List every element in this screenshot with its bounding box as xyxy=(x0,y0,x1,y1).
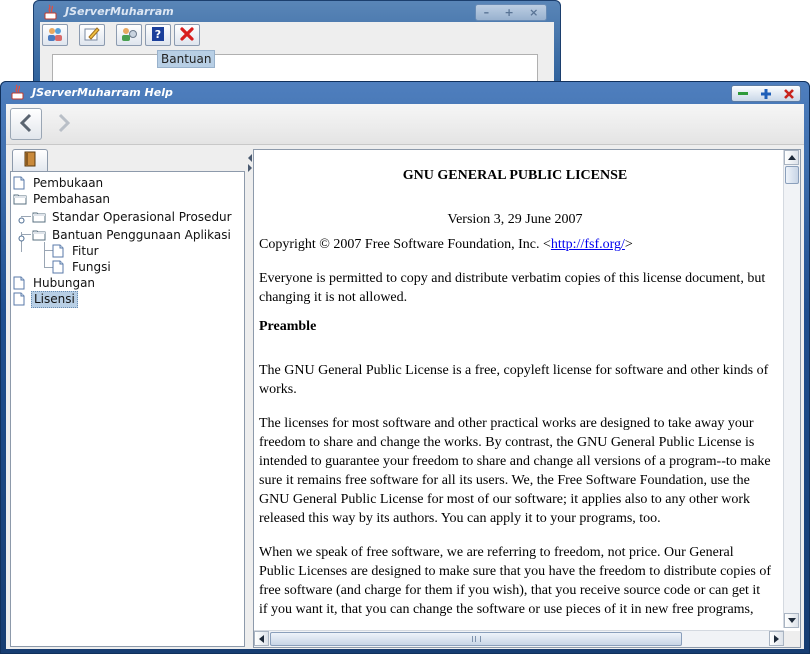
page-icon xyxy=(52,260,66,274)
users-icon xyxy=(46,26,64,45)
help-window-titlebar[interactable]: JServerMuharram Help xyxy=(0,81,810,103)
copyright-suffix: > xyxy=(624,237,633,252)
main-window-title: JServerMuharram xyxy=(65,5,174,18)
toc-tab[interactable] xyxy=(12,149,48,171)
users-button[interactable] xyxy=(42,24,68,46)
help-window-controls xyxy=(731,85,801,102)
copyright-line: Copyright © 2007 Free Software Foundatio… xyxy=(259,235,771,254)
toc-item-label: Fitur xyxy=(72,243,99,258)
folder-icon xyxy=(32,228,46,242)
expand-handle-icon[interactable] xyxy=(18,213,25,224)
java-icon xyxy=(44,4,58,20)
permission-paragraph: Everyone is permitted to copy and distri… xyxy=(259,271,766,305)
help-button[interactable]: ? xyxy=(145,24,171,46)
main-window-titlebar[interactable]: JServerMuharram – + × xyxy=(33,0,561,24)
page-icon xyxy=(52,244,66,258)
maximize-icon[interactable] xyxy=(757,87,775,100)
toc-item-standar-operasional-prosedur[interactable]: Standar Operasional Prosedur xyxy=(32,209,234,225)
fsf-link[interactable]: http://fsf.org/ xyxy=(551,237,625,252)
close-red-icon xyxy=(179,26,195,45)
toc-item-fitur[interactable]: Fitur xyxy=(52,243,101,259)
horizontal-scroll-thumb[interactable] xyxy=(270,632,682,646)
horizontal-scrollbar[interactable] xyxy=(254,630,784,647)
toc-item-label: Pembukaan xyxy=(33,175,104,190)
toc-item-fungsi[interactable]: Fungsi xyxy=(52,259,113,275)
forward-button[interactable] xyxy=(48,108,80,140)
main-window-body: ? Bantuan xyxy=(40,22,554,96)
license-document: GNU GENERAL PUBLIC LICENSE Version 3, 29… xyxy=(259,150,771,624)
minimize-icon[interactable] xyxy=(734,87,752,100)
main-toolbar: ? xyxy=(42,24,200,46)
document-title: GNU GENERAL PUBLIC LICENSE xyxy=(402,168,628,183)
toc-item-pembahasan[interactable]: Pembahasan xyxy=(13,191,112,207)
document-version: Version 3, 29 June 2007 xyxy=(447,212,583,227)
minimize-icon[interactable]: – xyxy=(484,6,490,19)
paragraph: The GNU General Public License is a free… xyxy=(259,363,769,397)
main-window-controls: – + × xyxy=(475,4,547,21)
vertical-scroll-thumb[interactable] xyxy=(785,166,799,184)
back-arrow-icon xyxy=(18,113,34,136)
back-button[interactable] xyxy=(10,108,42,140)
main-app-window: JServerMuharram – + × ? Bantuan xyxy=(33,0,561,96)
toc-item-label: Pembahasan xyxy=(33,191,111,206)
toc-item-pembukaan[interactable]: Pembukaan xyxy=(13,175,105,191)
close-icon[interactable] xyxy=(780,87,798,100)
java-icon xyxy=(11,84,25,100)
svg-text:?: ? xyxy=(155,28,161,41)
toc-item-bantuan-penggunaan-aplikasi[interactable]: Bantuan Penggunaan Aplikasi xyxy=(32,227,233,243)
toc-item-label: Fungsi xyxy=(72,259,111,274)
vertical-scrollbar[interactable] xyxy=(783,150,800,628)
toc-item-lisensi[interactable]: Lisensi xyxy=(13,290,78,308)
paragraph: The licenses for most software and other… xyxy=(259,416,771,526)
help-icon: ? xyxy=(151,26,165,45)
page-icon xyxy=(13,292,27,306)
close-icon[interactable]: × xyxy=(529,6,538,19)
paragraph: When we speak of free software, we are r… xyxy=(259,545,771,617)
help-window-body: Pembukaan Pembahasan Standar Operasional… xyxy=(6,104,804,649)
folder-icon xyxy=(13,192,27,206)
toc-tree: Pembukaan Pembahasan Standar Operasional… xyxy=(10,171,245,647)
scroll-left-button[interactable] xyxy=(254,631,269,646)
user-settings-icon xyxy=(120,26,138,45)
toc-item-label: Lisensi xyxy=(31,290,78,308)
forward-arrow-icon xyxy=(56,113,72,136)
copyright-text: Copyright © 2007 Free Software Foundatio… xyxy=(259,237,551,252)
help-window: JServerMuharram Help Pembukaan Pembahasa… xyxy=(0,81,810,654)
scroll-down-button[interactable] xyxy=(784,613,799,628)
toc-item-label: Hubungan xyxy=(33,275,96,290)
help-navigation-toolbar xyxy=(6,104,804,145)
page-icon xyxy=(13,276,27,290)
help-navigator: Pembukaan Pembahasan Standar Operasional… xyxy=(10,149,245,647)
scroll-right-button[interactable] xyxy=(769,631,784,646)
exit-button[interactable] xyxy=(174,24,200,46)
collapse-handle-icon[interactable] xyxy=(18,231,25,242)
maximize-icon[interactable]: + xyxy=(505,6,514,19)
help-window-title: JServerMuharram Help xyxy=(32,86,173,99)
scrollbar-corner xyxy=(784,631,800,647)
toc-item-label: Standar Operasional Prosedur xyxy=(52,209,232,224)
folder-icon xyxy=(32,210,46,224)
scroll-up-button[interactable] xyxy=(784,150,799,165)
tooltip: Bantuan xyxy=(157,50,216,68)
toc-item-hubungan[interactable]: Hubungan xyxy=(13,275,97,291)
page-icon xyxy=(13,176,27,190)
toc-item-label: Bantuan Penggunaan Aplikasi xyxy=(52,227,231,242)
grip-icon xyxy=(471,636,481,642)
preamble-heading: Preamble xyxy=(259,319,317,334)
edit-button[interactable] xyxy=(79,24,105,46)
user-settings-button[interactable] xyxy=(116,24,142,46)
edit-icon xyxy=(83,26,101,45)
help-content-viewer: GNU GENERAL PUBLIC LICENSE Version 3, 29… xyxy=(253,149,801,648)
book-icon xyxy=(23,151,37,170)
